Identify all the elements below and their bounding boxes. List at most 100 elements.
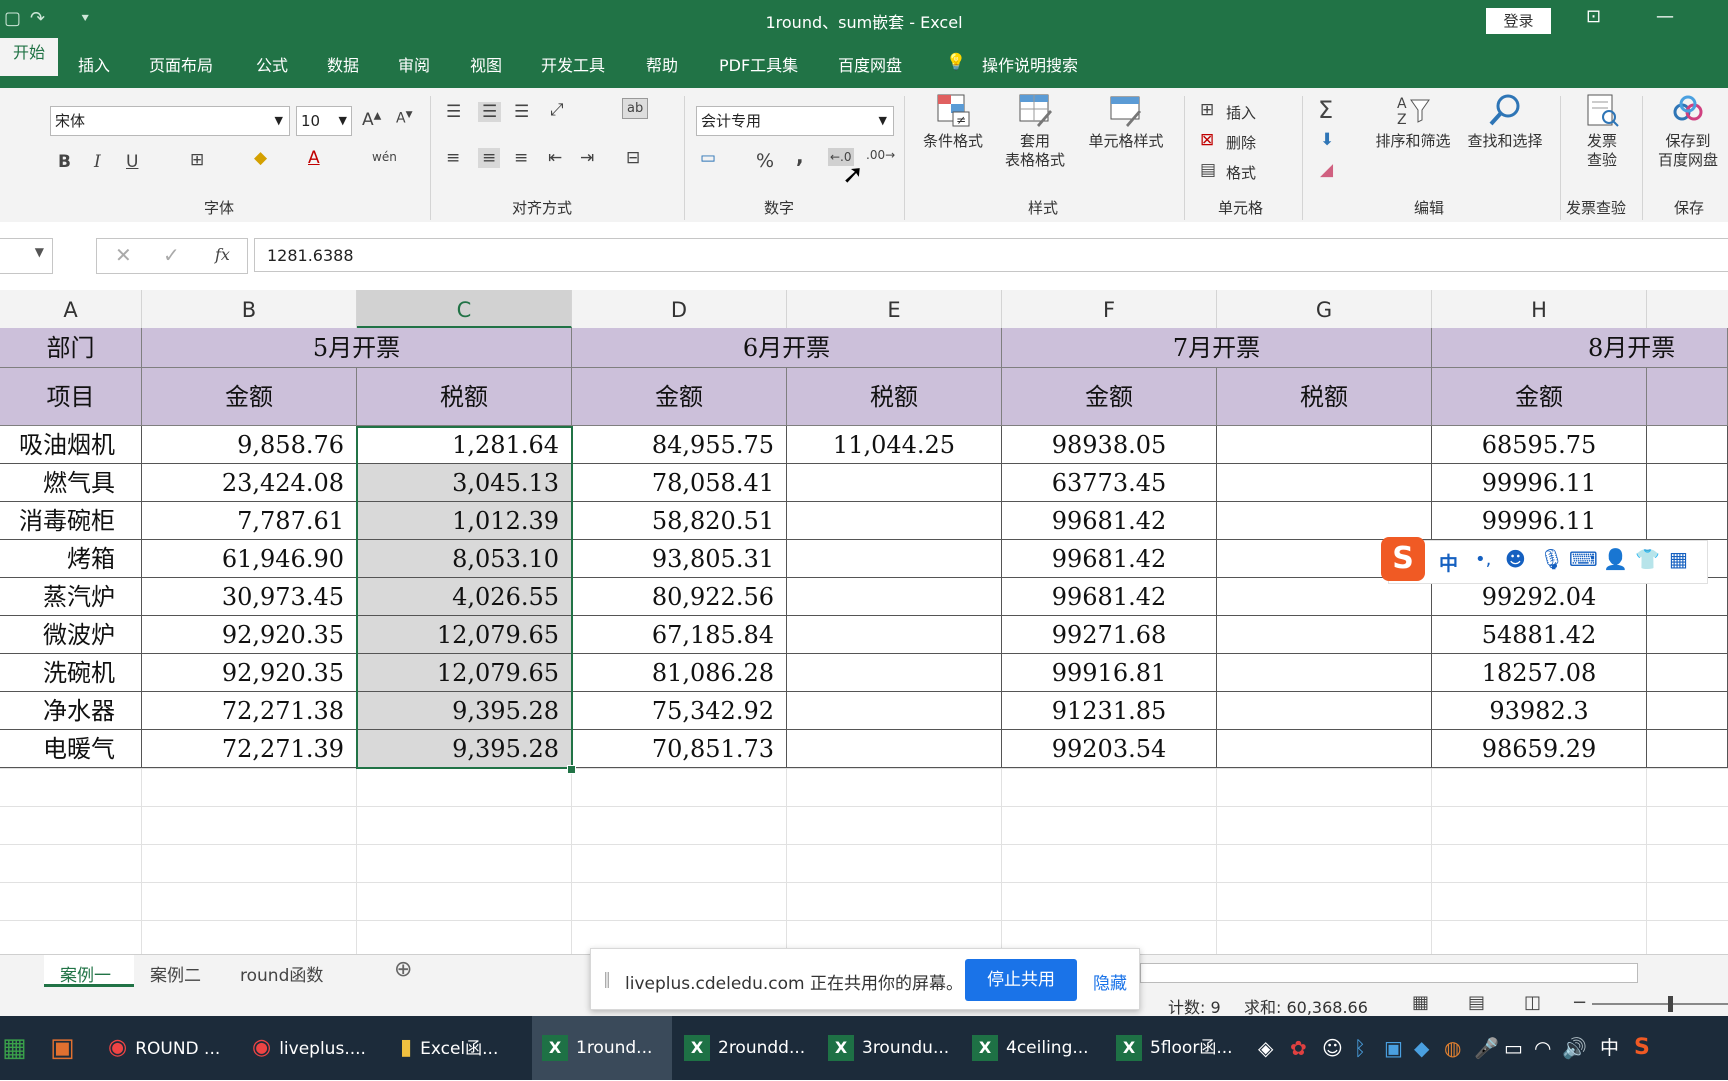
merge-center-icon[interactable]: ⊟ [626, 148, 640, 168]
formula-input[interactable]: 1281.6388 [254, 238, 1728, 272]
tray-app-icon[interactable]: ✿ [1290, 1016, 1307, 1080]
cell-d[interactable]: 58,820.51 [572, 502, 787, 540]
sort-filter-button[interactable]: AZ 排序和筛选 [1366, 92, 1460, 151]
delete-cells-icon[interactable]: ⊠ [1200, 130, 1214, 150]
cell-h[interactable]: 98659.29 [1432, 730, 1647, 768]
cell-f[interactable]: 99916.81 [1002, 654, 1217, 692]
microphone-icon[interactable]: 🎤 [1474, 1016, 1499, 1080]
cell-b[interactable]: 9,858.76 [142, 426, 357, 464]
tray-qq-icon[interactable]: ☺ [1322, 1016, 1343, 1080]
cell-f[interactable]: 99681.42 [1002, 540, 1217, 578]
phonetic-button[interactable]: wén [372, 150, 397, 164]
percent-button[interactable]: % [756, 150, 774, 172]
cell-item[interactable]: 洗碗机 [0, 654, 142, 692]
tab-baidu-netdisk[interactable]: 百度网盘 [838, 52, 902, 76]
cell-c[interactable]: 12,079.65 [357, 616, 572, 654]
italic-button[interactable]: I [94, 152, 101, 172]
toolbox-icon[interactable]: ▦ [1669, 547, 1688, 571]
invoice-check-button[interactable]: 发票 查验 [1566, 92, 1638, 170]
cell-c[interactable]: 1,281.64 [357, 426, 572, 464]
header-tax[interactable]: 税额 [787, 368, 1002, 426]
wifi-icon[interactable]: ◠ [1534, 1016, 1551, 1080]
cell-c[interactable]: 1,012.39 [357, 502, 572, 540]
cell-i[interactable] [1647, 616, 1728, 654]
decrease-decimal-icon[interactable]: .00→ [866, 148, 895, 162]
header-may[interactable]: 5月开票 [142, 328, 572, 368]
tab-data[interactable]: 数据 [327, 52, 359, 76]
normal-view-icon[interactable]: ▦ [1412, 992, 1429, 1013]
spreadsheet-app-icon[interactable]: ▦ [2, 1016, 27, 1080]
taskbar-item-4[interactable]: X 1round... [532, 1016, 672, 1080]
cell-d[interactable]: 70,851.73 [572, 730, 787, 768]
cell-i[interactable] [1647, 692, 1728, 730]
tell-me-search[interactable]: 操作说明搜索 [982, 52, 1078, 76]
taskbar-item-7[interactable]: X 4ceiling... [972, 1016, 1089, 1080]
cell-item[interactable]: 消毒碗柜 [0, 502, 142, 540]
insert-cells-icon[interactable]: ⊞ [1200, 100, 1214, 120]
wrap-text-button[interactable]: ab [622, 98, 649, 119]
align-top-icon[interactable]: ☰ [446, 102, 461, 122]
column-header-f[interactable]: F [1002, 290, 1217, 328]
column-header-i[interactable] [1647, 290, 1728, 328]
format-as-table-button[interactable]: 套用 表格格式 [994, 92, 1076, 170]
ribbon-display-icon[interactable]: ⊡ [1586, 6, 1601, 27]
cell-g[interactable] [1217, 502, 1432, 540]
tab-help[interactable]: 帮助 [646, 52, 678, 76]
format-cells-icon[interactable]: ▤ [1200, 160, 1216, 180]
cell-c[interactable]: 12,079.65 [357, 654, 572, 692]
cell-c[interactable]: 8,053.10 [357, 540, 572, 578]
microphone-icon[interactable]: 🎙 [1539, 547, 1564, 571]
find-select-button[interactable]: 查找和选择 [1458, 92, 1552, 151]
hide-button[interactable]: 隐藏 [1093, 969, 1127, 994]
cell-i[interactable] [1647, 426, 1728, 464]
insert-function-button[interactable]: fx [215, 245, 230, 264]
font-name-select[interactable]: 宋体 ▼ [50, 106, 290, 136]
bluetooth-icon[interactable]: ᛒ [1354, 1016, 1366, 1080]
cell-f[interactable]: 99203.54 [1002, 730, 1217, 768]
tab-pdf-tools[interactable]: PDF工具集 [719, 52, 798, 76]
add-sheet-icon[interactable]: ⊕ [394, 957, 412, 982]
cell-g[interactable] [1217, 616, 1432, 654]
cell-b[interactable]: 92,920.35 [142, 654, 357, 692]
cell-b[interactable]: 72,271.39 [142, 730, 357, 768]
bold-button[interactable]: B [58, 152, 71, 172]
enter-icon[interactable]: ✓ [163, 243, 180, 267]
underline-button[interactable]: U [126, 152, 138, 172]
cell-i[interactable] [1647, 502, 1728, 540]
volume-icon[interactable]: 🔊 [1562, 1016, 1587, 1080]
cell-i[interactable] [1647, 654, 1728, 692]
orientation-icon[interactable]: ⤢ [550, 100, 564, 120]
column-header-g[interactable]: G [1217, 290, 1432, 328]
font-color-icon[interactable]: A [308, 148, 320, 168]
increase-indent-icon[interactable]: ⇥ [580, 148, 594, 168]
tab-home[interactable]: 开始 [0, 38, 58, 76]
cell-b[interactable]: 92,920.35 [142, 616, 357, 654]
cell-item[interactable]: 蒸汽炉 [0, 578, 142, 616]
cell-f[interactable]: 63773.45 [1002, 464, 1217, 502]
header-tax[interactable]: 税额 [357, 368, 572, 426]
drag-handle-icon[interactable]: ‖ [603, 969, 611, 988]
align-middle-icon[interactable]: ☰ [478, 102, 502, 122]
header-tax[interactable]: 税额 [1217, 368, 1432, 426]
cell-e[interactable] [787, 692, 1002, 730]
sheet-tab-case2[interactable]: 案例二 [150, 961, 201, 986]
header-tax-partial[interactable] [1647, 368, 1728, 426]
column-header-b[interactable]: B [142, 290, 357, 328]
cancel-icon[interactable]: ✕ [115, 243, 132, 267]
page-layout-view-icon[interactable]: ▤ [1468, 992, 1485, 1013]
sogou-logo-icon[interactable]: S [1381, 537, 1425, 581]
column-header-e[interactable]: E [787, 290, 1002, 328]
tab-developer[interactable]: 开发工具 [541, 52, 605, 76]
header-amount[interactable]: 金额 [1432, 368, 1647, 426]
cell-item[interactable]: 吸油烟机 [0, 426, 142, 464]
cell-b[interactable]: 61,946.90 [142, 540, 357, 578]
cell-f[interactable]: 99681.42 [1002, 502, 1217, 540]
minimize-icon[interactable]: — [1656, 6, 1674, 27]
cell-d[interactable]: 81,086.28 [572, 654, 787, 692]
fill-handle[interactable] [567, 765, 576, 774]
cell-h[interactable]: 54881.42 [1432, 616, 1647, 654]
page-break-view-icon[interactable]: ◫ [1524, 992, 1541, 1013]
cell-g[interactable] [1217, 426, 1432, 464]
cell-d[interactable]: 67,185.84 [572, 616, 787, 654]
align-center-icon[interactable]: ≡ [478, 148, 501, 168]
